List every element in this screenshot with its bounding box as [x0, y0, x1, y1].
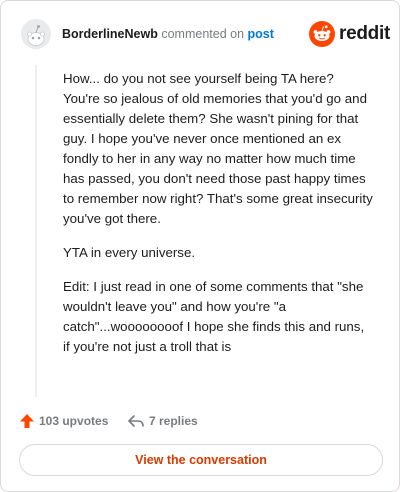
comment-body: How... do you not see yourself being TA …: [63, 69, 373, 371]
username-link[interactable]: BorderlineNewb: [62, 27, 158, 41]
byline: BorderlineNewb commented on post: [62, 27, 274, 41]
comment-actions: 103 upvotes 7 replies: [19, 410, 339, 432]
comment-paragraph: Edit: I just read in one of some comment…: [63, 279, 365, 354]
thread-line[interactable]: [35, 65, 37, 397]
reddit-wordmark: reddit: [339, 23, 390, 44]
embedded-comment-card: BorderlineNewb commented on post reddit …: [0, 0, 400, 492]
reddit-logo[interactable]: reddit: [309, 19, 390, 49]
user-avatar[interactable]: [21, 19, 51, 49]
commented-on-text: commented on: [161, 27, 245, 41]
reply-count: 7 replies: [149, 414, 198, 428]
upvote-count: 103 upvotes: [39, 414, 109, 428]
reply-arrow-icon: [128, 415, 144, 427]
upvote-arrow-icon: [20, 414, 34, 428]
upvote-button[interactable]: 103 upvotes: [19, 410, 108, 432]
comment-header: BorderlineNewb commented on post reddit: [21, 19, 390, 49]
replies-button[interactable]: 7 replies: [127, 410, 198, 432]
reddit-snoo-icon: [309, 21, 335, 47]
view-conversation-button[interactable]: View the conversation: [19, 444, 383, 476]
post-link[interactable]: post: [248, 27, 274, 41]
comment-paragraph: How... do you not see yourself being TA …: [63, 71, 373, 226]
snoo-avatar-icon: [21, 19, 51, 49]
comment-paragraph: YTA in every universe.: [63, 245, 196, 260]
